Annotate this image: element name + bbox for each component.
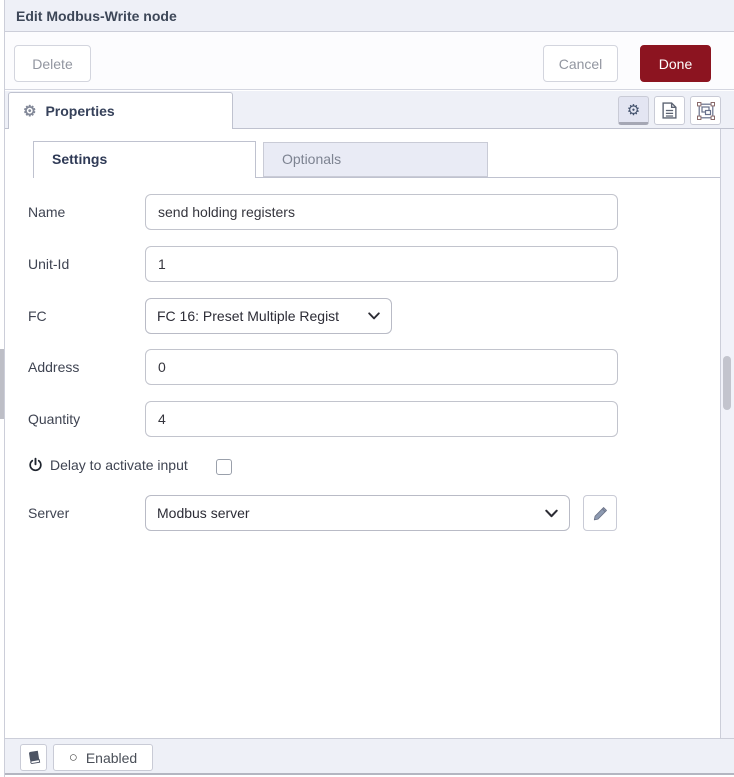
unit-id-label: Unit-Id (28, 246, 69, 282)
fc-select-value: FC 16: Preset Multiple Regist (157, 308, 339, 324)
edit-node-dialog: Edit Modbus-Write node Delete Cancel Don… (0, 0, 734, 777)
node-help-button[interactable] (20, 744, 47, 771)
cancel-button[interactable]: Cancel (543, 45, 618, 82)
fc-select[interactable]: FC 16: Preset Multiple Regist (145, 298, 392, 334)
unit-id-input[interactable] (145, 246, 618, 282)
status-circle-icon: ○ (69, 750, 78, 765)
address-label: Address (28, 349, 79, 385)
right-scrollbar-thumb[interactable] (723, 356, 731, 410)
delay-row: Delay to activate input (28, 452, 188, 478)
dialog-header: Edit Modbus-Write node (5, 0, 734, 32)
server-select[interactable]: Modbus server (145, 495, 570, 531)
server-label: Server (28, 495, 69, 531)
delete-button[interactable]: Delete (14, 45, 91, 82)
quantity-label: Quantity (28, 401, 80, 437)
description-pane-button[interactable] (654, 96, 685, 125)
dialog-title: Edit Modbus-Write node (16, 8, 177, 24)
enabled-label: Enabled (86, 750, 137, 766)
tab-properties-label: Properties (45, 103, 114, 119)
appearance-pane-button[interactable] (690, 96, 721, 125)
dialog-toolbar (5, 32, 734, 90)
edit-server-button[interactable] (583, 495, 617, 531)
power-icon (28, 457, 43, 473)
fc-label: FC (28, 298, 47, 334)
right-scrollbar-track (720, 129, 734, 738)
chevron-down-icon (545, 509, 558, 518)
delay-checkbox[interactable] (216, 459, 232, 475)
tab-properties[interactable]: ⚙ Properties (8, 92, 233, 129)
properties-pane-button[interactable]: ⚙ (618, 96, 649, 125)
tab-settings[interactable]: Settings (33, 141, 256, 178)
tab-optionals[interactable]: Optionals (263, 142, 488, 177)
name-input[interactable] (145, 194, 618, 230)
pencil-icon (593, 506, 608, 521)
gear-icon: ⚙ (627, 101, 640, 119)
quantity-input[interactable] (145, 401, 618, 437)
done-button[interactable]: Done (640, 45, 711, 82)
chevron-down-icon (368, 312, 380, 320)
server-select-value: Modbus server (157, 505, 250, 521)
address-input[interactable] (145, 349, 618, 385)
document-icon (662, 102, 677, 119)
gear-icon: ⚙ (23, 104, 36, 119)
left-scrollbar-thumb[interactable] (0, 349, 4, 419)
name-label: Name (28, 194, 65, 230)
enabled-toggle-button[interactable]: ○ Enabled (53, 744, 153, 771)
delay-label: Delay to activate input (50, 457, 188, 473)
book-icon (25, 749, 41, 766)
object-group-icon (697, 102, 715, 120)
